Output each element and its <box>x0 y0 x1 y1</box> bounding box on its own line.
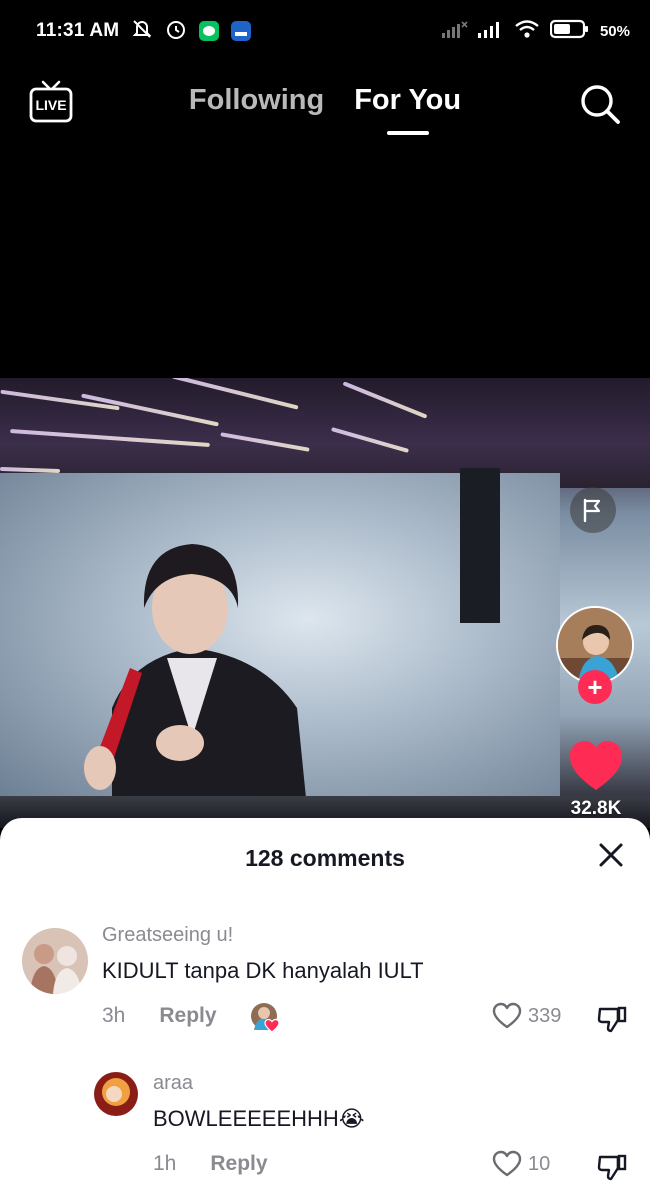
stage-light <box>81 393 219 427</box>
tab-for-you-label: For You <box>354 84 462 116</box>
commenter-avatar[interactable] <box>94 1072 138 1116</box>
signal-icon <box>477 20 504 43</box>
dislike-button[interactable] <box>597 1004 627 1034</box>
comment-text: BOWLEEEEEHHH😭 <box>153 1106 365 1131</box>
stage-speaker <box>460 468 500 623</box>
reply-button[interactable]: Reply <box>210 1152 267 1176</box>
active-tab-indicator <box>386 131 429 135</box>
status-left-icons <box>131 18 252 45</box>
plus-icon: + <box>587 672 603 702</box>
close-comments-button[interactable] <box>598 842 624 868</box>
flag-icon <box>583 498 601 523</box>
alarm-icon <box>165 18 187 45</box>
avatar-image <box>94 1072 138 1116</box>
status-time: 11:31 AM <box>36 20 120 41</box>
top-nav: LIVE Following For You <box>0 72 650 142</box>
performer-image <box>84 544 307 808</box>
comments-sheet: 128 comments Greatseeing u! KIDULT tanpa… <box>0 818 650 1200</box>
chat-app-icon <box>199 21 220 41</box>
heart-icon <box>570 741 622 790</box>
reply-button[interactable]: Reply <box>159 1004 216 1028</box>
like-button[interactable] <box>566 738 626 794</box>
stage-light <box>220 432 310 452</box>
feed-tabs: Following For You <box>0 84 650 135</box>
heart-outline-icon <box>492 1002 522 1029</box>
dislike-button[interactable] <box>597 1152 627 1182</box>
thumbs-down-icon <box>597 1006 627 1033</box>
comment-username[interactable]: araa <box>153 1072 193 1095</box>
status-bar: 11:31 AM 50% <box>0 0 650 62</box>
heart-outline-icon <box>492 1150 522 1177</box>
close-icon <box>599 843 623 867</box>
thumbs-down-icon <box>597 1154 627 1181</box>
battery-percent: 50% <box>599 22 630 40</box>
comment-meta: 1h Reply <box>153 1152 268 1176</box>
status-right: 50% <box>441 19 630 44</box>
comment-like-count: 339 <box>528 1004 562 1027</box>
mute-icon <box>131 18 153 45</box>
stage-light <box>330 427 410 453</box>
wifi-icon <box>514 19 540 44</box>
creator-liked-badge <box>250 1002 282 1034</box>
comments-count-title: 128 comments <box>245 845 405 871</box>
search-button[interactable] <box>578 82 622 126</box>
comment-like-button[interactable]: 10 <box>492 1150 550 1178</box>
creator-liked-icon <box>251 1003 280 1033</box>
comment-like-button[interactable]: 339 <box>492 1002 561 1030</box>
video-player[interactable] <box>0 378 650 828</box>
comment-time: 1h <box>153 1152 177 1175</box>
report-button[interactable] <box>570 487 616 533</box>
commenter-avatar[interactable] <box>22 928 88 994</box>
avatar-image <box>22 928 88 994</box>
comment-meta: 3h Reply <box>102 1004 217 1028</box>
battery-icon <box>549 19 590 44</box>
comment-like-count: 10 <box>528 1152 551 1175</box>
like-count: 32.8K <box>570 798 622 819</box>
signal-icon <box>441 20 468 43</box>
stage-light <box>342 381 428 419</box>
follow-button[interactable]: + <box>578 670 612 704</box>
tab-following[interactable]: Following <box>189 84 324 117</box>
stage-light <box>171 378 299 410</box>
tab-for-you[interactable]: For You <box>354 84 462 135</box>
search-icon <box>581 85 620 124</box>
stage-light <box>10 429 210 447</box>
app-icon <box>231 21 252 41</box>
stage-ceiling <box>0 378 650 488</box>
comment-time: 3h <box>102 1004 126 1027</box>
comment-username[interactable]: Greatseeing u! <box>102 924 233 947</box>
comment-text: KIDULT tanpa DK hanyalah IULT <box>102 958 424 983</box>
